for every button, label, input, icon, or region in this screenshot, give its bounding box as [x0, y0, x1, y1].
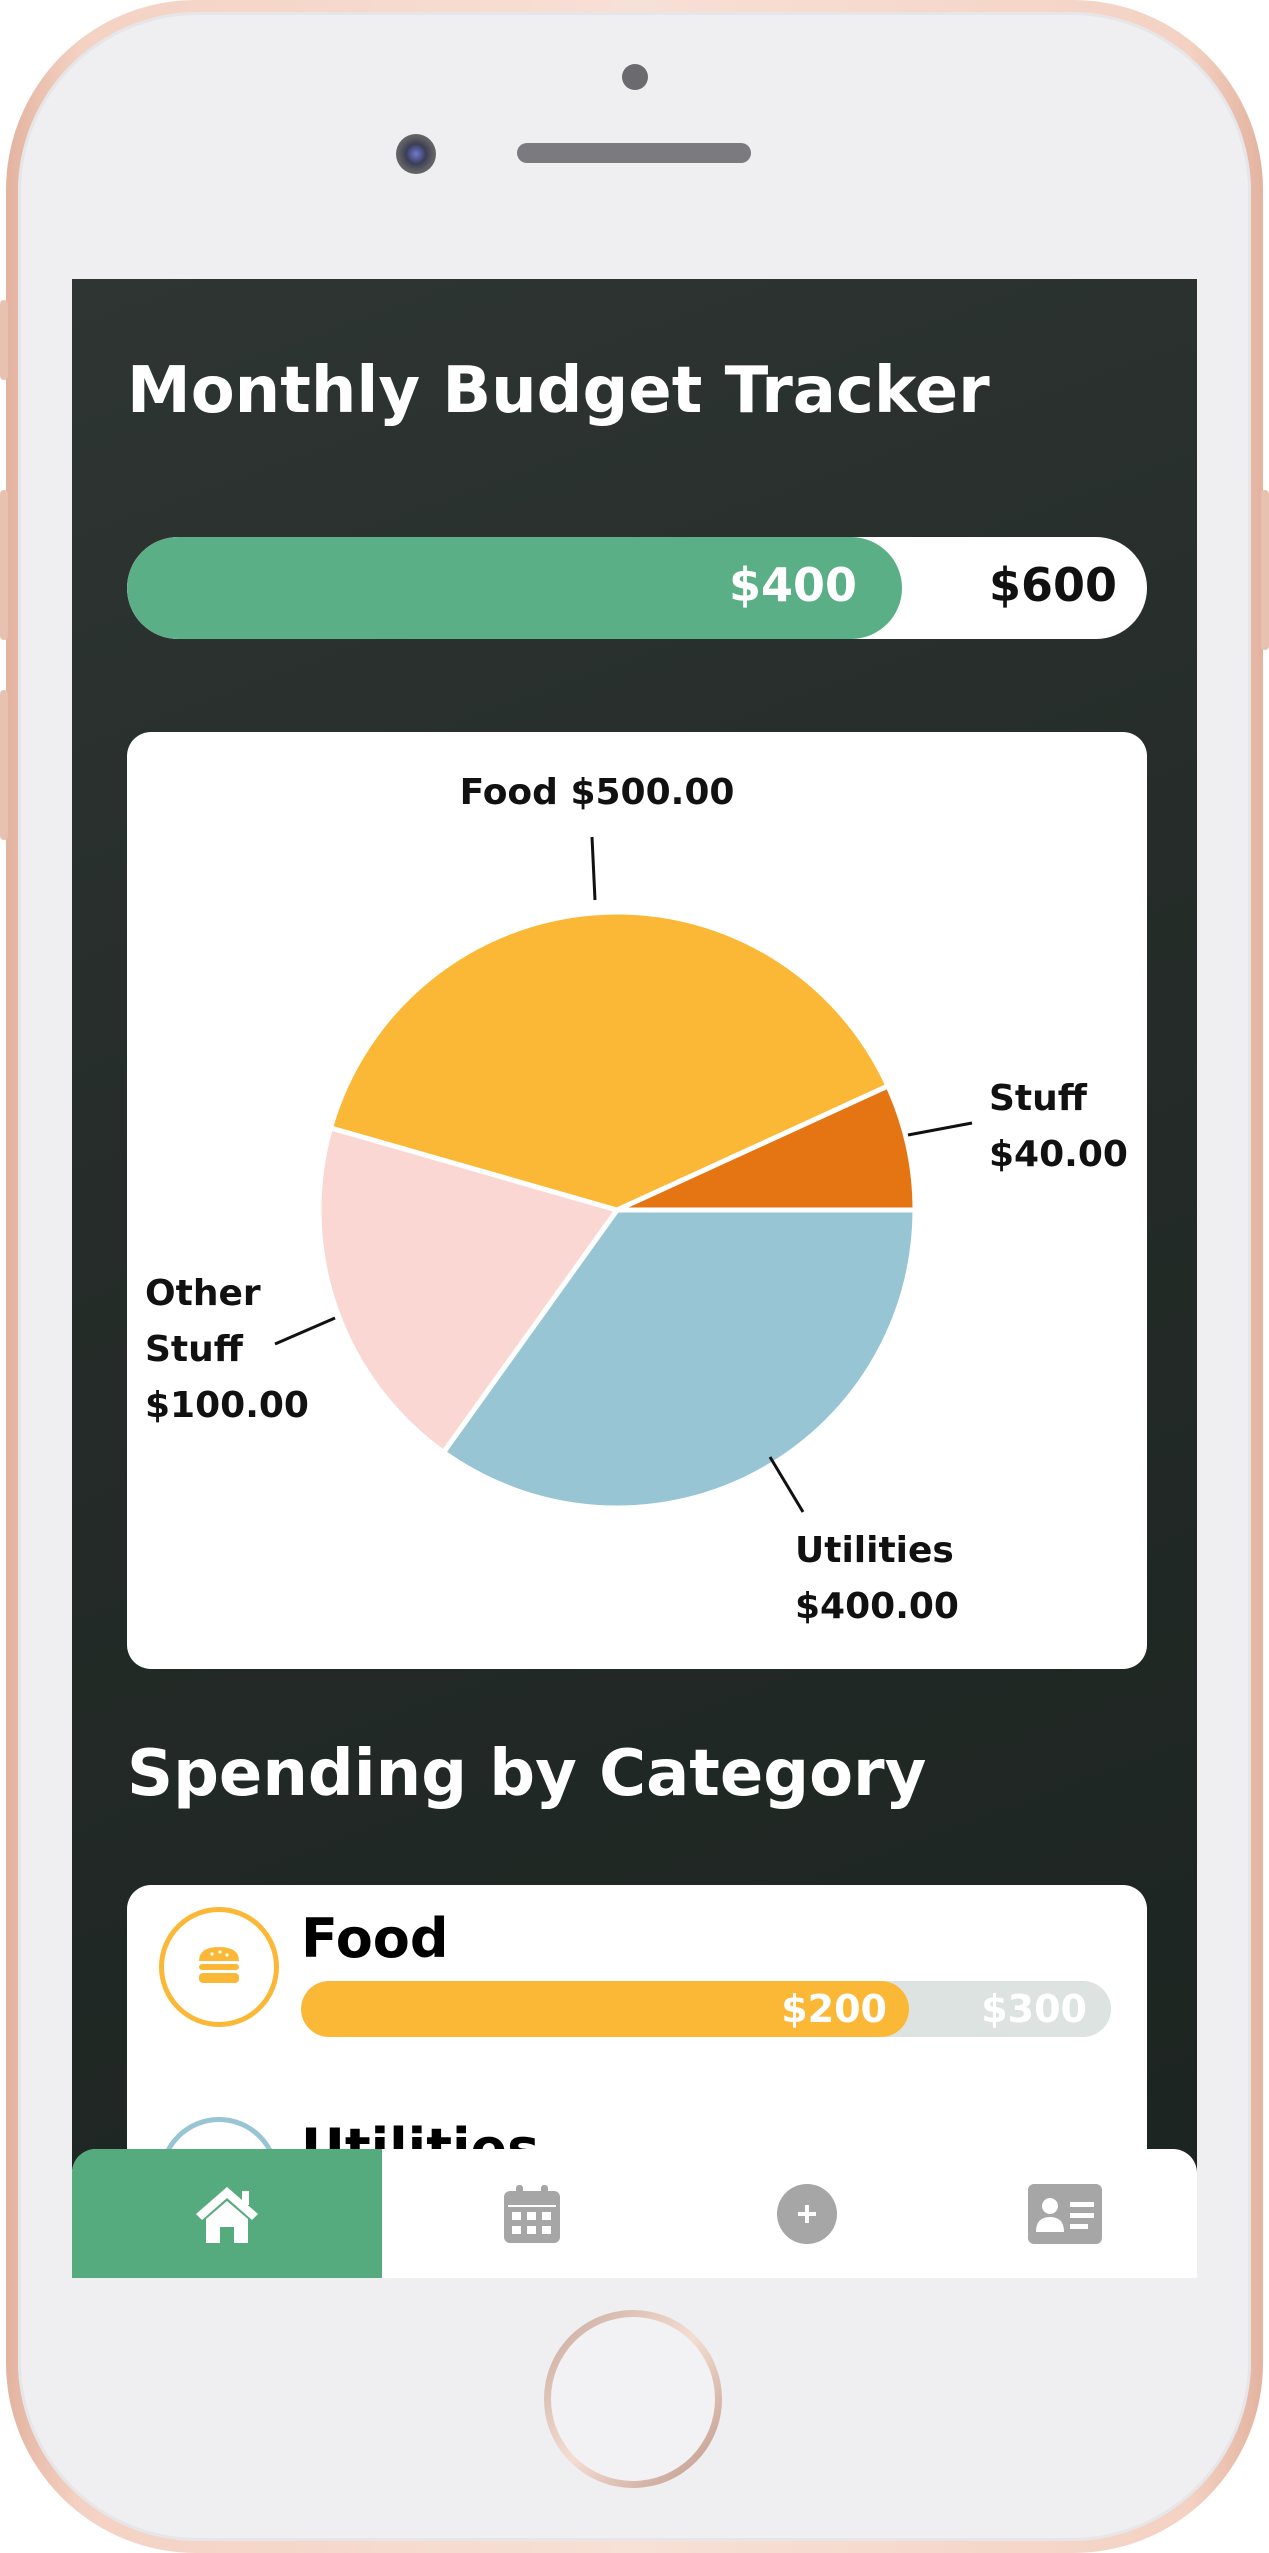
spending-pie-chart: Food $500.00 Stuff $40.00 Utilities $400.00 O… — [145, 772, 1128, 1627]
app-screen: Monthly Budget Tracker $400 $600 Food $5… — [72, 279, 1197, 2278]
page-title: Monthly Budget Tracker — [127, 354, 990, 428]
earpiece-speaker — [517, 143, 751, 163]
category-spent-label: $200 — [781, 1987, 887, 2031]
monthly-budget-bar: $400 $600 — [127, 537, 1147, 639]
pie-label-food: Food $500.00 — [460, 772, 735, 813]
pie-label-utilities: Utilities $400.00 — [795, 1530, 959, 1627]
category-row-food[interactable]: Food $200 $300 — [127, 1885, 1147, 2075]
pie-leader-line-food — [590, 836, 597, 901]
budget-spent-fill: $400 — [127, 537, 902, 639]
pie-label-other: Other Stuff $100.00 — [145, 1273, 309, 1426]
power-button — [1261, 490, 1269, 650]
nav-calendar[interactable] — [382, 2149, 682, 2278]
category-progress-bar: $200 $300 — [301, 1981, 1111, 2037]
section-title: Spending by Category — [127, 1737, 927, 1811]
nav-home[interactable] — [72, 2149, 382, 2278]
bottom-nav — [72, 2149, 1197, 2278]
category-remaining-label: $300 — [981, 1987, 1087, 2031]
proximity-sensor — [622, 64, 648, 90]
pie-leader-line-stuff — [907, 1121, 973, 1137]
budget-spent-label: $400 — [728, 558, 857, 612]
nav-add[interactable] — [682, 2149, 932, 2278]
burger-icon — [199, 1947, 239, 1983]
home-hardware-button[interactable] — [544, 2310, 722, 2488]
volume-down-button — [0, 690, 8, 840]
category-icon-ring — [159, 1907, 279, 2027]
mute-switch — [0, 300, 8, 380]
pie-leader-line-other — [274, 1316, 336, 1346]
category-spent-fill: $200 — [301, 1981, 909, 2037]
spending-pie-card: Food $500.00 Stuff $40.00 Utilities $400.00 O… — [127, 732, 1147, 1669]
volume-up-button — [0, 490, 8, 640]
plus-circle-icon — [777, 2183, 837, 2244]
budget-remaining-label: $600 — [988, 558, 1117, 612]
nav-profile[interactable] — [932, 2149, 1197, 2278]
calendar-icon — [504, 2184, 560, 2243]
category-name: Food — [301, 1907, 449, 1970]
front-camera — [396, 134, 436, 174]
id-card-icon — [1027, 2183, 1102, 2244]
pie-leader-line-utilities — [768, 1456, 805, 1513]
pie-label-stuff: Stuff $40.00 — [989, 1078, 1128, 1175]
home-icon — [196, 2186, 258, 2243]
